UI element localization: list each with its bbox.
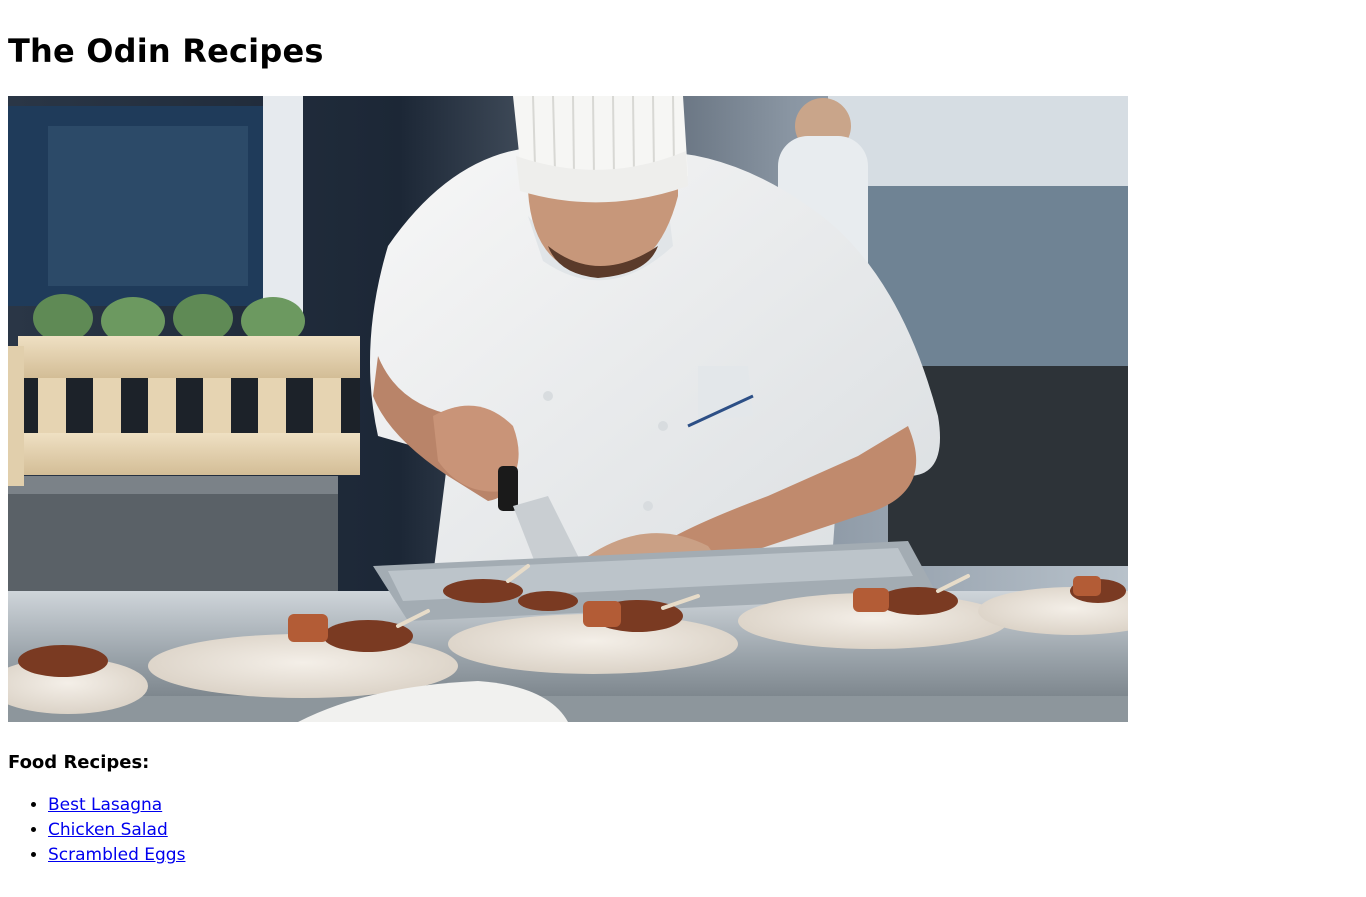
recipes-list: Best Lasagna Chicken Salad Scrambled Egg… — [8, 793, 1358, 868]
page-title: The Odin Recipes — [8, 32, 324, 70]
recipe-link-scrambled-eggs[interactable]: Scrambled Eggs — [48, 845, 185, 865]
page-container: The Odin Recipes Food Recipes: • Best La… — [0, 32, 1366, 868]
recipes-heading: Food Recipes: — [8, 752, 150, 774]
list-item: Chicken Salad — [48, 818, 1358, 843]
recipe-link-chicken-salad[interactable]: Chicken Salad — [48, 820, 168, 840]
recipe-link-best-lasagna[interactable]: Best Lasagna — [48, 795, 162, 815]
list-item: Best Lasagna — [48, 793, 1358, 818]
chef-photo — [8, 96, 1128, 723]
hero-image — [8, 96, 1128, 723]
list-item: Scrambled Eggs — [48, 843, 1358, 868]
